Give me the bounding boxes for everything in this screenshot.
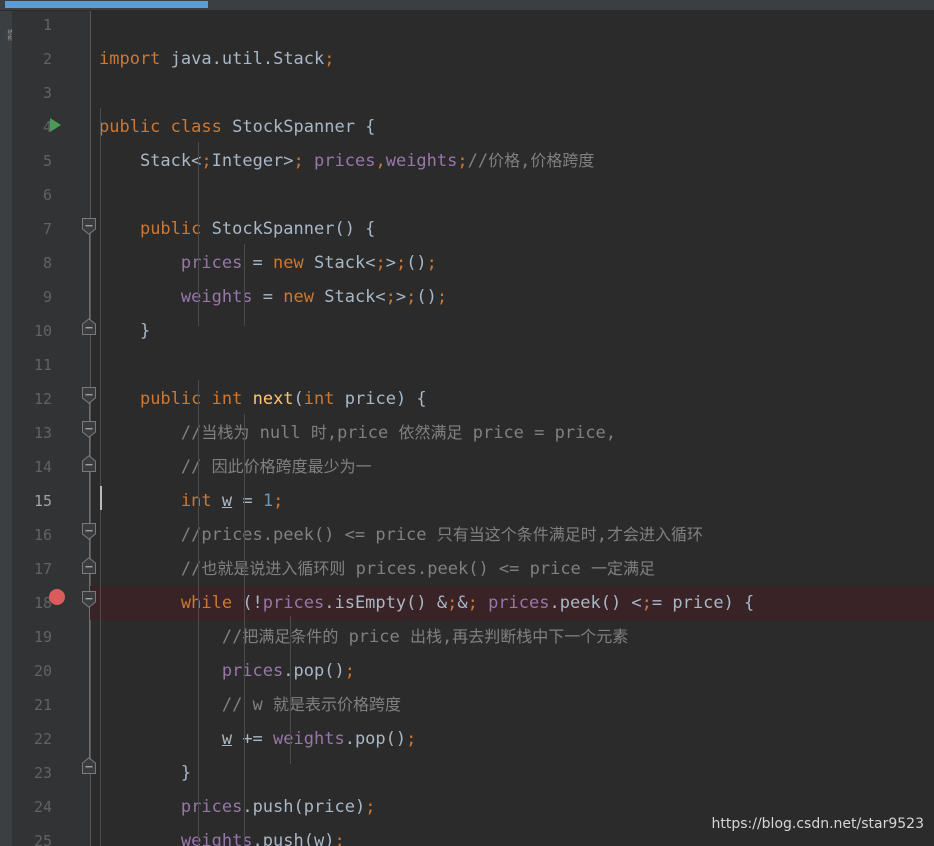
code-line-text[interactable]: prices.push(price); bbox=[99, 790, 376, 824]
line-number[interactable]: 24 bbox=[12, 790, 52, 824]
editor-line-row[interactable]: 7 public StockSpanner() { bbox=[0, 212, 934, 246]
code-line-text[interactable]: weights = new Stack<;>;(); bbox=[99, 280, 447, 314]
progress-bar-fill bbox=[5, 1, 209, 8]
code-line-text[interactable]: w += weights.pop(); bbox=[99, 722, 417, 756]
fold-connector bbox=[89, 226, 90, 328]
line-number[interactable]: 7 bbox=[12, 212, 52, 246]
editor-line-row[interactable]: 6 bbox=[0, 178, 934, 212]
fold-expand-icon[interactable] bbox=[82, 757, 96, 774]
indent-guide bbox=[290, 616, 291, 764]
line-number[interactable]: 6 bbox=[12, 178, 52, 212]
indent-guide bbox=[198, 142, 199, 326]
line-number[interactable]: 12 bbox=[12, 382, 52, 416]
fold-collapse-icon[interactable] bbox=[82, 387, 96, 404]
line-number[interactable]: 20 bbox=[12, 654, 52, 688]
line-number[interactable]: 3 bbox=[12, 76, 52, 110]
fold-collapse-icon[interactable] bbox=[82, 523, 96, 540]
editor-line-row[interactable]: 21 // w 就是表示价格跨度 bbox=[0, 688, 934, 722]
fold-expand-icon[interactable] bbox=[82, 318, 96, 335]
indent-guide bbox=[244, 414, 245, 846]
line-number[interactable]: 4 bbox=[12, 110, 52, 144]
code-line-text[interactable]: public class StockSpanner { bbox=[99, 110, 375, 144]
code-line-text[interactable]: } bbox=[99, 314, 150, 348]
fold-collapse-icon[interactable] bbox=[82, 218, 96, 235]
code-line-text[interactable]: //也就是说进入循环则 prices.peek() <= price 一定满足 bbox=[99, 552, 655, 586]
line-number[interactable]: 2 bbox=[12, 42, 52, 76]
line-number[interactable]: 9 bbox=[12, 280, 52, 314]
editor-line-row[interactable]: 11 bbox=[0, 348, 934, 382]
text-caret bbox=[100, 486, 102, 510]
editor-line-row[interactable]: 20 prices.pop(); bbox=[0, 654, 934, 688]
run-arrow-icon[interactable] bbox=[50, 118, 61, 132]
editor-line-row[interactable]: 12 public int next(int price) { bbox=[0, 382, 934, 416]
editor-line-row[interactable]: 10 } bbox=[0, 314, 934, 348]
editor-line-row[interactable]: 17 //也就是说进入循环则 prices.peek() <= price 一定… bbox=[0, 552, 934, 586]
editor-line-row[interactable]: 8 prices = new Stack<;>;(); bbox=[0, 246, 934, 280]
indent-guide bbox=[100, 108, 101, 846]
fold-expand-icon[interactable] bbox=[82, 455, 96, 472]
code-line-text[interactable]: public int next(int price) { bbox=[99, 382, 427, 416]
code-line-text[interactable]: // 因此价格跨度最少为一 bbox=[99, 450, 372, 484]
line-number[interactable]: 19 bbox=[12, 620, 52, 654]
line-number[interactable]: 21 bbox=[12, 688, 52, 722]
code-line-text[interactable]: Stack<;Integer>; prices,weights;//价格,价格跨… bbox=[99, 144, 594, 178]
line-number[interactable]: 23 bbox=[12, 756, 52, 790]
line-number[interactable]: 22 bbox=[12, 722, 52, 756]
editor-line-row[interactable]: 3 bbox=[0, 76, 934, 110]
editor-line-row[interactable]: 13 //当栈为 null 时,price 依然满足 price = price… bbox=[0, 416, 934, 450]
code-line-text[interactable]: } bbox=[99, 756, 191, 790]
code-line-text[interactable]: weights.push(w); bbox=[99, 824, 345, 846]
editor-line-row[interactable]: 15 int w = 1; bbox=[0, 484, 934, 518]
indent-guide bbox=[244, 244, 245, 326]
indent-guide bbox=[198, 380, 199, 846]
editor-line-row[interactable]: 22 w += weights.pop(); bbox=[0, 722, 934, 756]
line-number[interactable]: 15 bbox=[12, 484, 52, 518]
line-number[interactable]: 13 bbox=[12, 416, 52, 450]
code-line-text[interactable]: //当栈为 null 时,price 依然满足 price = price, bbox=[99, 416, 616, 450]
editor-line-row[interactable]: 4 public class StockSpanner { bbox=[0, 110, 934, 144]
editor-line-row[interactable]: 9 weights = new Stack<;>;(); bbox=[0, 280, 934, 314]
editor-line-row[interactable]: 23 } bbox=[0, 756, 934, 790]
editor-line-row[interactable]: 18 while (!prices.isEmpty() &;&; prices.… bbox=[0, 586, 934, 620]
fold-collapse-icon[interactable] bbox=[82, 421, 96, 438]
line-number[interactable]: 17 bbox=[12, 552, 52, 586]
code-line-text[interactable]: public StockSpanner() { bbox=[99, 212, 375, 246]
fold-connector bbox=[89, 395, 90, 765]
code-line-text[interactable]: prices = new Stack<;>;(); bbox=[99, 246, 437, 280]
code-line-text[interactable]: //prices.peek() <= price 只有当这个条件满足时,才会进入… bbox=[99, 518, 703, 552]
editor-line-row[interactable]: 2 import java.util.Stack; bbox=[0, 42, 934, 76]
code-line-text[interactable]: //把满足条件的 price 出栈,再去判断栈中下一个元素 bbox=[99, 620, 628, 654]
editor-line-row[interactable]: 16 //prices.peek() <= price 只有当这个条件满足时,才… bbox=[0, 518, 934, 552]
code-editor-window: 结构 1 2 import java.util.Stack; 3 4 public cla… bbox=[0, 0, 934, 846]
breakpoint-icon[interactable] bbox=[49, 589, 65, 605]
code-line-text[interactable]: import java.util.Stack; bbox=[99, 42, 335, 76]
editor-line-row[interactable]: 19 //把满足条件的 price 出栈,再去判断栈中下一个元素 bbox=[0, 620, 934, 654]
line-number[interactable]: 8 bbox=[12, 246, 52, 280]
line-number[interactable]: 16 bbox=[12, 518, 52, 552]
fold-collapse-icon[interactable] bbox=[82, 591, 96, 608]
line-number[interactable]: 11 bbox=[12, 348, 52, 382]
line-number[interactable]: 25 bbox=[12, 824, 52, 846]
code-line-text[interactable]: prices.pop(); bbox=[99, 654, 355, 688]
fold-expand-icon[interactable] bbox=[82, 557, 96, 574]
line-number[interactable]: 18 bbox=[12, 586, 52, 620]
line-number[interactable]: 10 bbox=[12, 314, 52, 348]
watermark-text: https://blog.csdn.net/star9523 bbox=[711, 816, 924, 832]
line-number[interactable]: 1 bbox=[12, 8, 52, 42]
editor-line-row[interactable]: 1 bbox=[0, 8, 934, 42]
code-line-text[interactable]: // w 就是表示价格跨度 bbox=[99, 688, 401, 722]
line-number[interactable]: 5 bbox=[12, 144, 52, 178]
editor-line-row[interactable]: 14 // 因此价格跨度最少为一 bbox=[0, 450, 934, 484]
code-line-text[interactable]: int w = 1; bbox=[99, 484, 283, 518]
editor-line-row[interactable]: 5 Stack<;Integer>; prices,weights;//价格,价… bbox=[0, 144, 934, 178]
line-number[interactable]: 14 bbox=[12, 450, 52, 484]
